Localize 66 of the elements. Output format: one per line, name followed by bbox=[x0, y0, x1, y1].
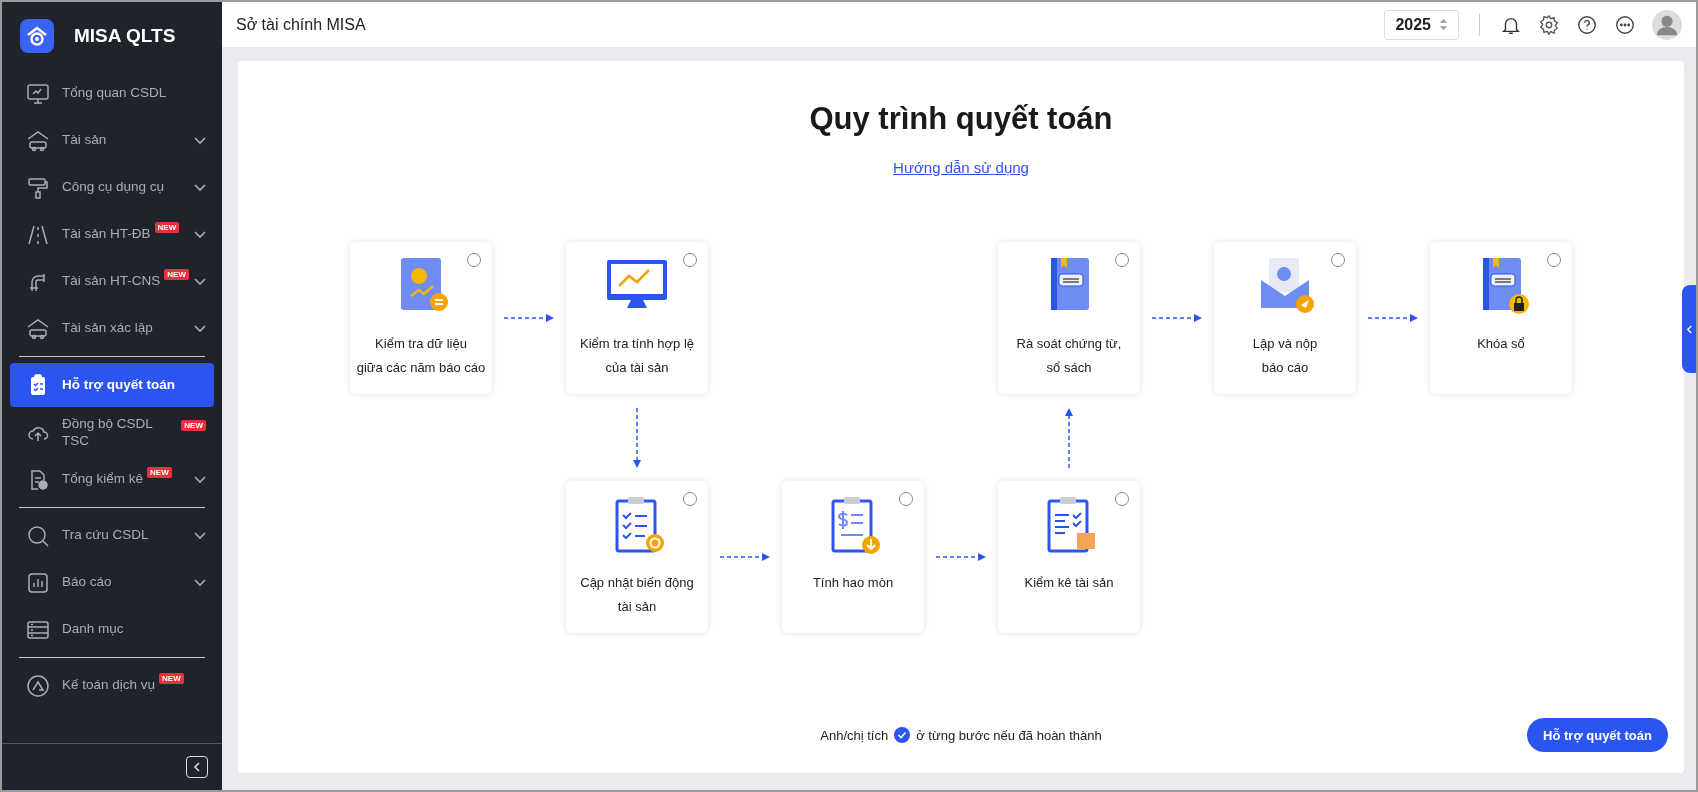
step-label: Kiểm tra dữ liệu giữa các năm báo cáo bbox=[356, 335, 486, 377]
step-card[interactable]: Khóa sổ bbox=[1430, 242, 1572, 394]
dashed-arrow bbox=[632, 407, 642, 468]
chevron-left-icon bbox=[191, 761, 203, 773]
new-badge: NEW bbox=[159, 673, 184, 684]
step-label: Rà soát chứng từ, sổ sách bbox=[1016, 335, 1122, 377]
settings-icon[interactable] bbox=[1538, 13, 1560, 36]
sidebar-item[interactable]: Báo cáo bbox=[10, 559, 214, 606]
sidebar-item[interactable]: Tài sản xác lập bbox=[10, 305, 214, 352]
sidebar-item[interactable]: Kế toán dịch vụ NEW bbox=[10, 662, 214, 709]
spinner-arrows-icon[interactable] bbox=[1439, 18, 1448, 31]
more-icon[interactable] bbox=[1614, 13, 1636, 36]
step-card[interactable]: Lập và nộp báo cáo bbox=[1214, 242, 1356, 394]
step-label: Lập và nộp báo cáo bbox=[1252, 335, 1318, 377]
new-badge: NEW bbox=[154, 222, 180, 233]
support-button[interactable]: Hỗ trợ quyết toán bbox=[1527, 718, 1668, 752]
step-label: Kiểm tra tính hợp lệ của tài sản bbox=[580, 335, 694, 377]
sidebar-item[interactable]: Hỗ trợ quyết toán bbox=[10, 363, 214, 407]
sidebar-item[interactable]: Công cụ dụng cụ bbox=[10, 164, 214, 211]
help-icon[interactable] bbox=[1576, 13, 1598, 36]
dashed-arrow bbox=[720, 552, 770, 562]
dashed-arrow bbox=[1152, 313, 1202, 323]
step-label: Tính hao mòn bbox=[812, 574, 894, 592]
guide-link[interactable]: Hướng dẫn sử dụng bbox=[893, 159, 1029, 176]
house-car-icon bbox=[26, 128, 50, 153]
organization-title: Sở tài chính MISA bbox=[236, 15, 366, 34]
step-card[interactable]: Kiểm tra dữ liệu giữa các năm báo cáo bbox=[350, 242, 492, 394]
hint-text: Anh/chị tích bbox=[820, 727, 889, 743]
step-label: Khóa sổ bbox=[1477, 335, 1525, 353]
new-badge: NEW bbox=[181, 420, 206, 431]
side-panel-toggle[interactable] bbox=[1682, 285, 1696, 373]
sidebar-item[interactable]: Tài sản bbox=[10, 117, 214, 164]
sidebar-item[interactable]: Tài sản HT-CNS NEW bbox=[10, 258, 214, 305]
chevron-left-icon bbox=[1685, 324, 1693, 334]
dashed-arrow bbox=[504, 313, 554, 323]
step-card[interactable]: Cập nhật biến động tài sản bbox=[566, 481, 708, 633]
app-name: MISA QLTS bbox=[74, 25, 176, 47]
check-icon bbox=[894, 727, 911, 743]
step-card[interactable]: Kiểm kê tài sản bbox=[998, 481, 1140, 633]
sidebar-item[interactable]: Tổng kiểm kê NEW bbox=[10, 456, 214, 503]
sidebar-item[interactable]: Danh mục bbox=[10, 606, 214, 653]
step-card[interactable]: Rà soát chứng từ, sổ sách bbox=[998, 242, 1140, 394]
search-icon bbox=[26, 523, 50, 548]
new-badge: NEW bbox=[147, 467, 172, 478]
sidebar-item[interactable]: Tra cứu CSDL bbox=[10, 512, 214, 559]
monitor-icon bbox=[26, 81, 50, 106]
year-spinner[interactable]: 2025 bbox=[1384, 9, 1459, 40]
dashed-arrow bbox=[936, 552, 986, 562]
new-badge: NEW bbox=[164, 269, 189, 280]
collapse-sidebar-button[interactable] bbox=[186, 756, 208, 778]
hint-text: ở từng bước nếu đã hoàn thành bbox=[916, 727, 1102, 743]
step-label: Cập nhật biến động tài sản bbox=[580, 574, 694, 616]
step-card[interactable]: Tính hao mòn bbox=[782, 481, 924, 633]
sidebar-item[interactable]: Đồng bộ CSDL TSC NEW bbox=[10, 409, 214, 456]
logo-icon bbox=[20, 19, 54, 53]
dashed-arrow bbox=[1368, 313, 1418, 323]
house-car-icon bbox=[26, 316, 50, 341]
sidebar-item[interactable]: Tài sản HT-ĐB NEW bbox=[10, 211, 214, 258]
step-card[interactable]: Kiểm tra tính hợp lệ của tài sản bbox=[566, 242, 708, 394]
page-title: Quy trình quyết toán bbox=[809, 101, 1113, 137]
avatar-icon[interactable] bbox=[1652, 9, 1682, 40]
chart-icon bbox=[26, 570, 50, 595]
step-label: Kiểm kê tài sản bbox=[1024, 574, 1114, 592]
sidebar-item[interactable]: Tổng quan CSDL bbox=[10, 70, 214, 117]
dashed-arrow bbox=[1064, 407, 1074, 468]
roller-icon bbox=[26, 175, 50, 200]
